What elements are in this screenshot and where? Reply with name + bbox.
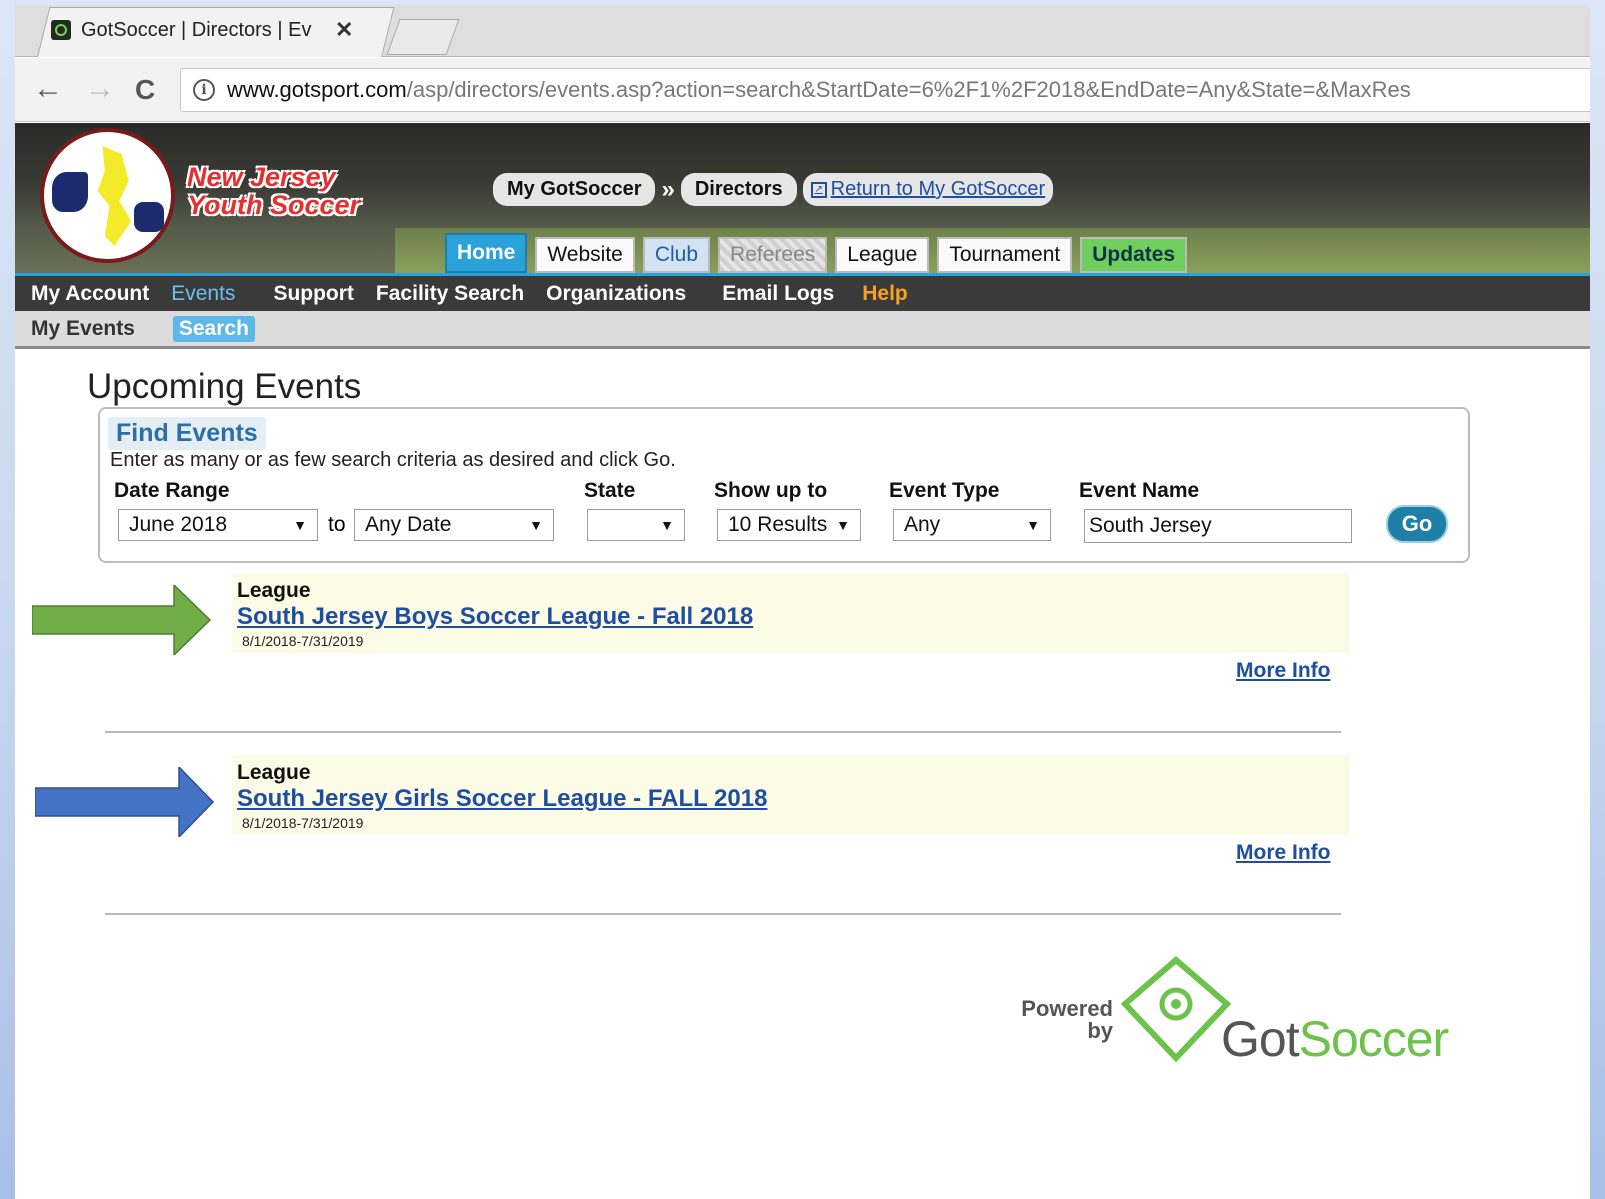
nav-events[interactable]: Events xyxy=(171,282,235,306)
crumb-directors[interactable]: Directors xyxy=(680,173,797,206)
event-name-input[interactable] xyxy=(1084,509,1352,543)
divider xyxy=(105,913,1341,915)
subnav-search[interactable]: Search xyxy=(172,315,255,342)
powered-by-label: Powered by xyxy=(1003,998,1113,1042)
site-header: New Jersey Youth Soccer My GotSoccer » D… xyxy=(15,123,1590,273)
show-up-to-select[interactable]: 10 Results ▼ xyxy=(717,509,861,541)
state-label: State xyxy=(584,479,636,502)
event-type-label: League xyxy=(237,579,311,602)
tab-league[interactable]: League xyxy=(835,237,930,273)
event-card-girls: League South Jersey Girls Soccer League … xyxy=(232,755,1350,835)
state-select[interactable]: ▼ xyxy=(587,509,685,541)
return-link-label: Return to My GotSoccer xyxy=(830,178,1046,200)
dropdown-arrow-icon: ▼ xyxy=(660,517,674,533)
start-date-select[interactable]: June 2018 ▼ xyxy=(118,509,318,541)
green-arrow-icon xyxy=(32,585,212,655)
event-dates: 8/1/2018-7/31/2019 xyxy=(242,815,364,831)
tab-website[interactable]: Website xyxy=(535,237,635,273)
event-type-label: League xyxy=(237,761,311,784)
subnav-my-events[interactable]: My Events xyxy=(31,317,135,341)
by-label: by xyxy=(1087,1018,1113,1043)
url-path: /asp/directors/events.asp?action=search&… xyxy=(406,77,1411,102)
tab-home[interactable]: Home xyxy=(445,233,528,273)
dropdown-arrow-icon: ▼ xyxy=(293,517,307,533)
tab-title: GotSoccer | Directors | Ev xyxy=(81,18,312,41)
sub-nav: My Events Search xyxy=(15,311,1590,349)
powered-by-gotsoccer[interactable]: Powered by GotSoccer xyxy=(1003,956,1473,1102)
nav-facility-search[interactable]: Facility Search xyxy=(376,282,524,306)
dropdown-arrow-icon: ▼ xyxy=(1026,517,1040,533)
event-name-label: Event Name xyxy=(1079,479,1200,502)
blue-arrow-icon xyxy=(35,767,215,837)
page-title: Upcoming Events xyxy=(87,367,362,406)
nav-my-account[interactable]: My Account xyxy=(31,282,149,306)
nav-organizations[interactable]: Organizations xyxy=(546,282,686,306)
nav-help[interactable]: Help xyxy=(862,282,908,306)
event-type-label: Event Type xyxy=(889,479,1000,502)
event-link-girls-league[interactable]: South Jersey Girls Soccer League - FALL … xyxy=(237,785,767,813)
logo-line2: Youth Soccer xyxy=(187,190,361,220)
crumb-my-gotsoccer[interactable]: My GotSoccer xyxy=(493,173,656,206)
tab-tournament[interactable]: Tournament xyxy=(937,237,1073,273)
address-bar: ← → C i www.gotsport.com/asp/directors/e… xyxy=(15,58,1590,122)
show-up-to-label: Show up to xyxy=(714,479,828,502)
logo-text[interactable]: New Jersey Youth Soccer xyxy=(187,163,360,219)
find-events-title: Find Events xyxy=(108,417,266,450)
gotsoccer-favicon-icon xyxy=(51,20,71,40)
brand-soccer: Soccer xyxy=(1298,1011,1450,1067)
start-date-value: June 2018 xyxy=(129,513,228,536)
reload-icon[interactable]: C xyxy=(135,74,155,106)
more-info-link[interactable]: More Info xyxy=(1236,659,1331,683)
go-button[interactable]: Go xyxy=(1386,505,1448,543)
return-to-my-gotsoccer-link[interactable]: ↗ Return to My GotSoccer xyxy=(802,173,1054,206)
nav-email-logs[interactable]: Email Logs xyxy=(722,282,834,306)
event-type-value: Any xyxy=(904,513,941,536)
new-tab-button[interactable] xyxy=(386,19,460,55)
logo-line1: New Jersey xyxy=(187,162,336,192)
crumb-separator-icon: » xyxy=(661,175,675,203)
date-range-label: Date Range xyxy=(114,479,230,502)
tab-strip: GotSoccer | Directors | Ev ✕ xyxy=(15,5,1590,57)
close-tab-icon[interactable]: ✕ xyxy=(335,17,353,43)
gotsoccer-logo-icon xyxy=(1121,956,1231,1063)
nj-youth-soccer-logo-icon[interactable] xyxy=(40,128,175,263)
find-events-hint: Enter as many or as few search criteria … xyxy=(110,449,676,471)
back-icon[interactable]: ← xyxy=(33,72,63,106)
end-date-value: Any Date xyxy=(365,513,452,536)
end-date-select[interactable]: Any Date ▼ xyxy=(354,509,554,541)
divider xyxy=(105,731,1341,733)
site-tabs: Home Website Club Referees League Tourna… xyxy=(445,233,1188,273)
brand-got: Got xyxy=(1221,1011,1300,1067)
forward-icon[interactable]: → xyxy=(85,72,115,106)
nav-support[interactable]: Support xyxy=(273,282,353,306)
show-up-to-value: 10 Results xyxy=(728,513,828,536)
main-nav: My Account Events Support Facility Searc… xyxy=(15,273,1590,311)
gotsoccer-wordmark: GotSoccer xyxy=(1221,1010,1450,1068)
powered-label: Powered xyxy=(1021,996,1113,1021)
breadcrumb: My GotSoccer » Directors ↗ Return to My … xyxy=(493,173,1054,206)
event-link-boys-league[interactable]: South Jersey Boys Soccer League - Fall 2… xyxy=(237,603,753,631)
url-host: www.gotsport.com xyxy=(227,77,407,102)
tab-updates[interactable]: Updates xyxy=(1080,237,1188,273)
browser-window: GotSoccer | Directors | Ev ✕ ← → C i www… xyxy=(15,5,1590,1199)
info-icon[interactable]: i xyxy=(193,79,215,101)
to-label: to xyxy=(328,513,346,536)
tab-club[interactable]: Club xyxy=(642,237,711,273)
find-events-panel: Find Events Enter as many or as few sear… xyxy=(98,407,1470,563)
more-info-link[interactable]: More Info xyxy=(1236,841,1331,865)
tab-referees[interactable]: Referees xyxy=(718,237,828,273)
url-input[interactable]: i www.gotsport.com/asp/directors/events.… xyxy=(180,68,1590,112)
event-type-select[interactable]: Any ▼ xyxy=(893,509,1051,541)
dropdown-arrow-icon: ▼ xyxy=(529,517,543,533)
dropdown-arrow-icon: ▼ xyxy=(836,517,850,533)
event-dates: 8/1/2018-7/31/2019 xyxy=(242,633,364,649)
event-card-boys: League South Jersey Boys Soccer League -… xyxy=(232,573,1350,653)
browser-tab-content[interactable]: GotSoccer | Directors | Ev ✕ xyxy=(51,17,353,43)
external-link-icon: ↗ xyxy=(810,181,827,198)
